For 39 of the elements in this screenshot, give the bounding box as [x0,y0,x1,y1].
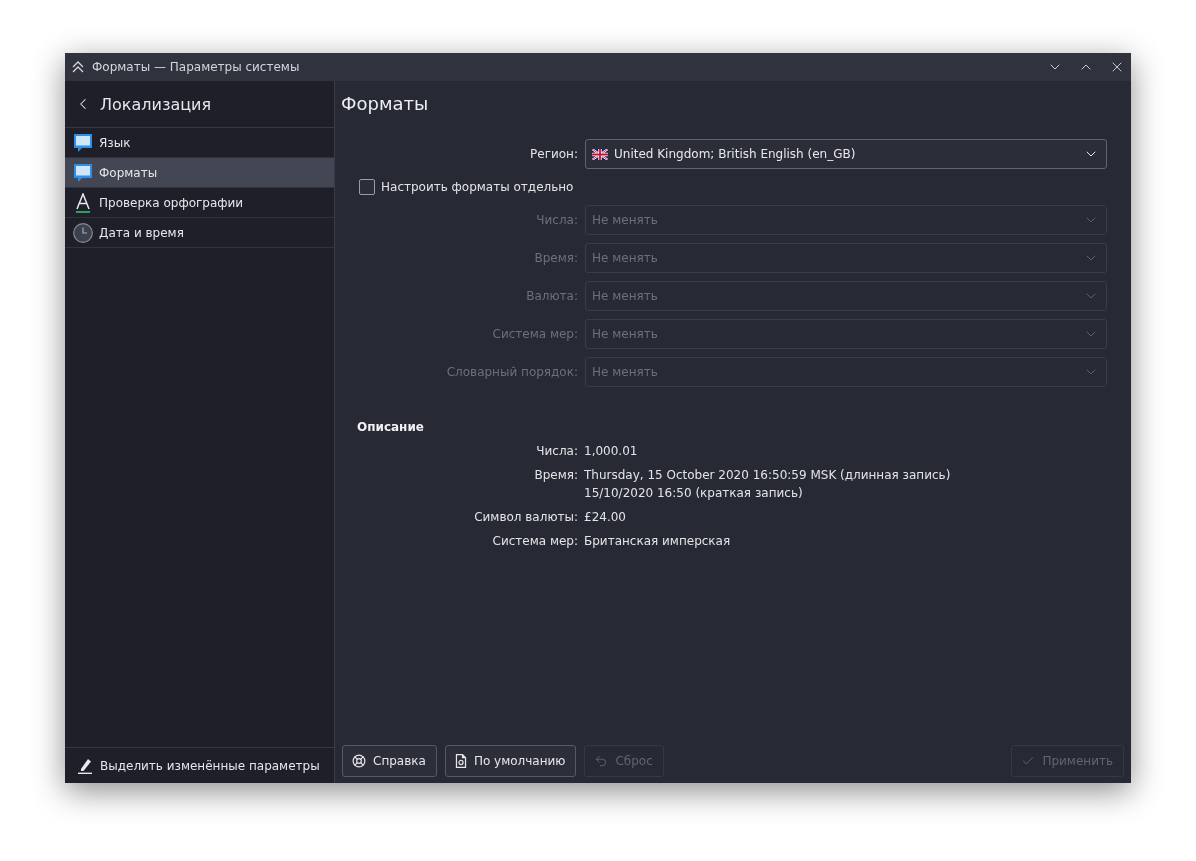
checkbox[interactable] [359,179,375,195]
field-label: Время: [534,251,578,265]
underlined-letter-icon [73,192,93,213]
field-label: Словарный порядок: [446,365,578,379]
field-label: Числа: [536,213,578,227]
undo-icon [594,754,609,768]
clock-icon [73,222,93,243]
field-label: Регион: [530,147,578,161]
description-label: Числа: [536,443,578,460]
sidebar-item[interactable]: Дата и время [65,218,334,248]
description-value: 15/10/2020 16:50 (краткая запись) [584,485,803,502]
field-label: Валюта: [526,289,578,303]
description-label: Система мер: [492,533,578,550]
highlight-changes-button[interactable]: Выделить изменённые параметры [65,747,334,783]
defaults-button[interactable]: По умолчанию [444,745,577,777]
description-value: 1,000.01 [584,443,638,460]
check-icon [1021,754,1036,768]
help-button[interactable]: Справка [342,745,437,777]
back-button[interactable]: Локализация [65,81,334,128]
document-icon [454,754,467,768]
description-value: £24.00 [584,509,626,526]
window-title: Форматы — Параметры системы [92,60,300,74]
checkbox-label[interactable]: Настроить форматы отдельно [381,180,574,194]
highlighter-pen-icon [77,757,93,774]
speech-bubble-icon [73,132,93,153]
description-value: Thursday, 15 October 2020 16:50:59 MSK (длинная запись) [584,467,951,484]
section-heading: Описание [357,419,424,436]
lifebuoy-icon [352,754,366,768]
description-label: Время: [534,467,578,484]
description-label: Символ валюты: [474,509,578,526]
description-value: Британская имперская [584,533,731,550]
uk-flag-icon [592,148,608,160]
region-combobox[interactable]: United Kingdom; British English (en_GB) [585,139,1107,169]
field-label: Система мер: [492,327,578,341]
sidebar-item[interactable]: Форматы [65,158,334,188]
speech-bubble-icon [73,162,93,183]
sidebar-item[interactable]: Проверка орфографии [65,188,334,218]
double-chevron-icon[interactable] [71,61,85,73]
page-title: Форматы [340,92,429,116]
